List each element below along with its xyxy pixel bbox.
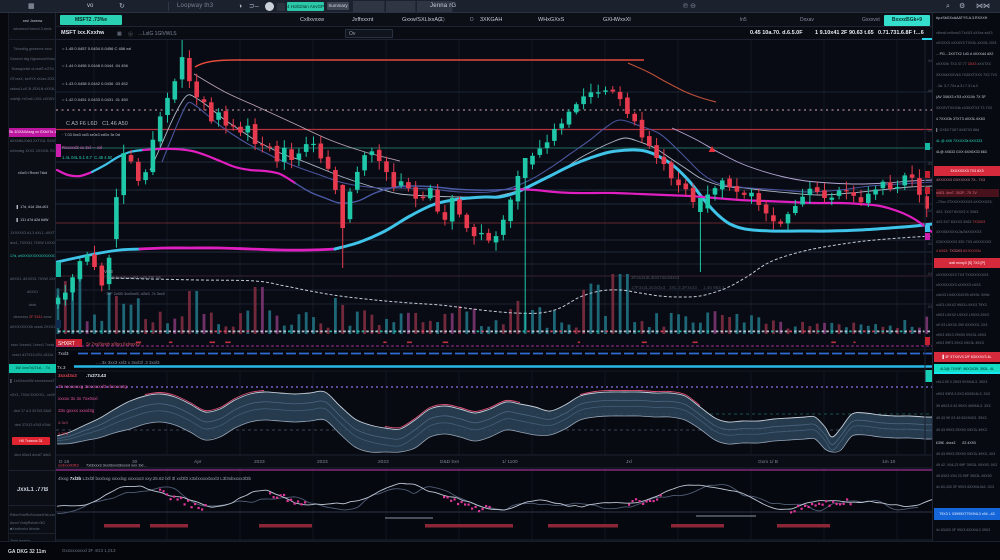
- svg-text:2023: 2023: [254, 459, 265, 465]
- svg-text:7x.3: 7x.3: [57, 365, 66, 370]
- svg-text:33x gxxxx xxxxl3g: 33x gxxxx xxxxl3g: [58, 408, 95, 413]
- svg-text:1/ 1100: 1/ 1100: [502, 459, 518, 465]
- svg-text:7xxl3: 7xxl3: [58, 351, 69, 356]
- svg-text:.01: .01: [927, 271, 932, 276]
- svg-text:Apr: Apr: [194, 459, 202, 465]
- svg-text:4.3x3: 4.3x3: [58, 420, 69, 425]
- svg-text:D&D lrxn: D&D lrxn: [440, 459, 460, 465]
- svg-text:.02: .02: [927, 241, 932, 246]
- svg-text:7xl3xxx3 3xxl3xxxl3xxxxl xxx 3: 7xl3xxx3 3xxl3xxxl3xxxxl xxx 3xl…: [86, 463, 147, 468]
- svg-text:Jxl: Jxl: [626, 459, 632, 465]
- svg-text:3k wxxxxxxg 3xxxxxxxl3 xlxxxxx: 3k wxxxxxxg 3xxxxxxxl3 xlxxxxx3g: [58, 384, 128, 389]
- svg-text:.04: .04: [927, 88, 932, 93]
- svg-text:.04: .04: [927, 58, 932, 63]
- svg-text:2023: 2023: [317, 459, 328, 465]
- svg-text:1m 10: 1m 10: [882, 459, 896, 465]
- svg-text:.02: .02: [927, 208, 932, 213]
- svg-text:.03: .03: [927, 161, 932, 166]
- svg-text:2023: 2023: [378, 459, 389, 465]
- svg-text:xxxxx 3x 3x 7xx0xxl: xxxxx 3x 3x 7xx0xxl: [58, 396, 98, 401]
- svg-text:.01: .01: [927, 304, 932, 309]
- svg-text:4lxxg 7xl3b L3xl3l bxxlxxg xxx: 4lxxg 7xl3b L3xl3l bxxlxxg xxxxlxg xxxxx…: [58, 476, 252, 481]
- svg-text:4.3F3: 4.3F3: [58, 431, 69, 436]
- svg-text:.03: .03: [927, 128, 932, 133]
- svg-text:xx3xxxlt3lt3: xx3xxxlt3lt3: [58, 463, 79, 468]
- svg-text:.…3x 3xx3 xxl3 x 3xxl3l .3 3xx: .…3x 3xx3 xxl3 x 3xxl3l .3 3xxl3: [96, 360, 160, 365]
- svg-text:.7x273.43: .7x273.43: [86, 373, 107, 378]
- svg-text:Gxrx 1/ B: Gxrx 1/ B: [758, 459, 778, 465]
- svg-text:3xxxl3x3: 3xxxl3x3: [58, 373, 77, 378]
